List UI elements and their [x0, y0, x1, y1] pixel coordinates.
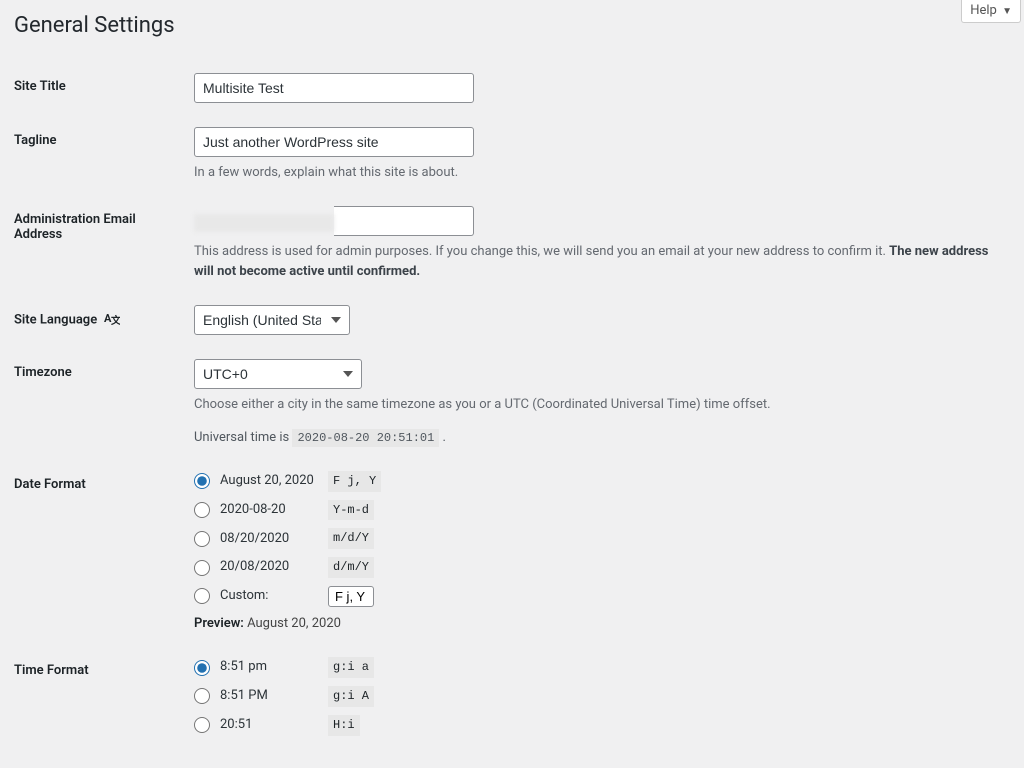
time-format-option-label: 8:51 pm	[220, 658, 328, 676]
date-format-radio-custom[interactable]	[194, 588, 210, 604]
time-format-radio[interactable]	[194, 717, 210, 733]
date-format-option-label: 08/20/2020	[220, 530, 328, 548]
timezone-label: Timezone	[14, 347, 194, 459]
time-format-option-label: 8:51 PM	[220, 687, 328, 705]
time-format-option-code: H:i	[328, 715, 360, 736]
time-format-radio[interactable]	[194, 660, 210, 676]
time-format-label: Time Format	[14, 645, 194, 755]
admin-email-desc: This address is used for admin purposes.…	[194, 242, 1000, 281]
svg-text:文: 文	[111, 314, 120, 325]
date-format-radio[interactable]	[194, 531, 210, 547]
date-format-option-code: Y-m-d	[328, 500, 374, 521]
universal-time-code: 2020-08-20 20:51:01	[292, 429, 439, 447]
admin-email-blurred	[194, 214, 334, 232]
tagline-label: Tagline	[14, 115, 194, 195]
date-format-option: 2020-08-20Y-m-d	[194, 500, 1000, 521]
date-format-option: 20/08/2020d/m/Y	[194, 557, 1000, 578]
date-format-custom-row: Custom:	[194, 586, 1000, 607]
universal-time: Universal time is 2020-08-20 20:51:01 .	[194, 429, 1000, 447]
date-format-option-label: 2020-08-20	[220, 501, 328, 519]
time-format-option-code: g:i a	[328, 657, 374, 678]
tagline-input[interactable]	[194, 127, 474, 157]
time-format-option: 8:51 PMg:i A	[194, 686, 1000, 707]
date-format-option: August 20, 2020F j, Y	[194, 471, 1000, 492]
date-format-option: 08/20/2020m/d/Y	[194, 528, 1000, 549]
time-format-option: 8:51 pmg:i a	[194, 657, 1000, 678]
time-format-option-label: 20:51	[220, 716, 328, 734]
admin-email-input[interactable]	[334, 206, 474, 236]
date-format-option-code: F j, Y	[328, 471, 381, 492]
help-tab-label: Help	[970, 3, 997, 18]
time-format-option: 20:51H:i	[194, 715, 1000, 736]
date-format-option-code: d/m/Y	[328, 557, 374, 578]
site-language-label: Site Language A文	[14, 293, 194, 347]
date-format-preview: Preview: August 20, 2020	[194, 615, 1000, 633]
translate-icon: A文	[104, 311, 120, 329]
chevron-down-icon: ▼	[1002, 6, 1012, 17]
help-tab[interactable]: Help ▼	[961, 0, 1021, 23]
date-format-radio[interactable]	[194, 560, 210, 576]
time-format-radio[interactable]	[194, 688, 210, 704]
tagline-desc: In a few words, explain what this site i…	[194, 163, 1000, 183]
date-format-label: Date Format	[14, 459, 194, 645]
date-format-custom-label: Custom:	[220, 587, 328, 605]
page-title: General Settings	[14, 12, 1010, 41]
date-format-option-code: m/d/Y	[328, 528, 374, 549]
date-format-option-label: August 20, 2020	[220, 472, 328, 490]
site-language-select[interactable]: English (United States)	[194, 305, 350, 335]
timezone-desc: Choose either a city in the same timezon…	[194, 395, 1000, 415]
date-format-radio[interactable]	[194, 473, 210, 489]
time-format-option-code: g:i A	[328, 686, 374, 707]
site-title-label: Site Title	[14, 61, 194, 115]
date-format-option-label: 20/08/2020	[220, 558, 328, 576]
timezone-select[interactable]: UTC+0	[194, 359, 362, 389]
site-title-input[interactable]	[194, 73, 474, 103]
date-format-radio[interactable]	[194, 502, 210, 518]
admin-email-label: Administration Email Address	[14, 194, 194, 293]
date-format-custom-input[interactable]	[328, 586, 374, 607]
